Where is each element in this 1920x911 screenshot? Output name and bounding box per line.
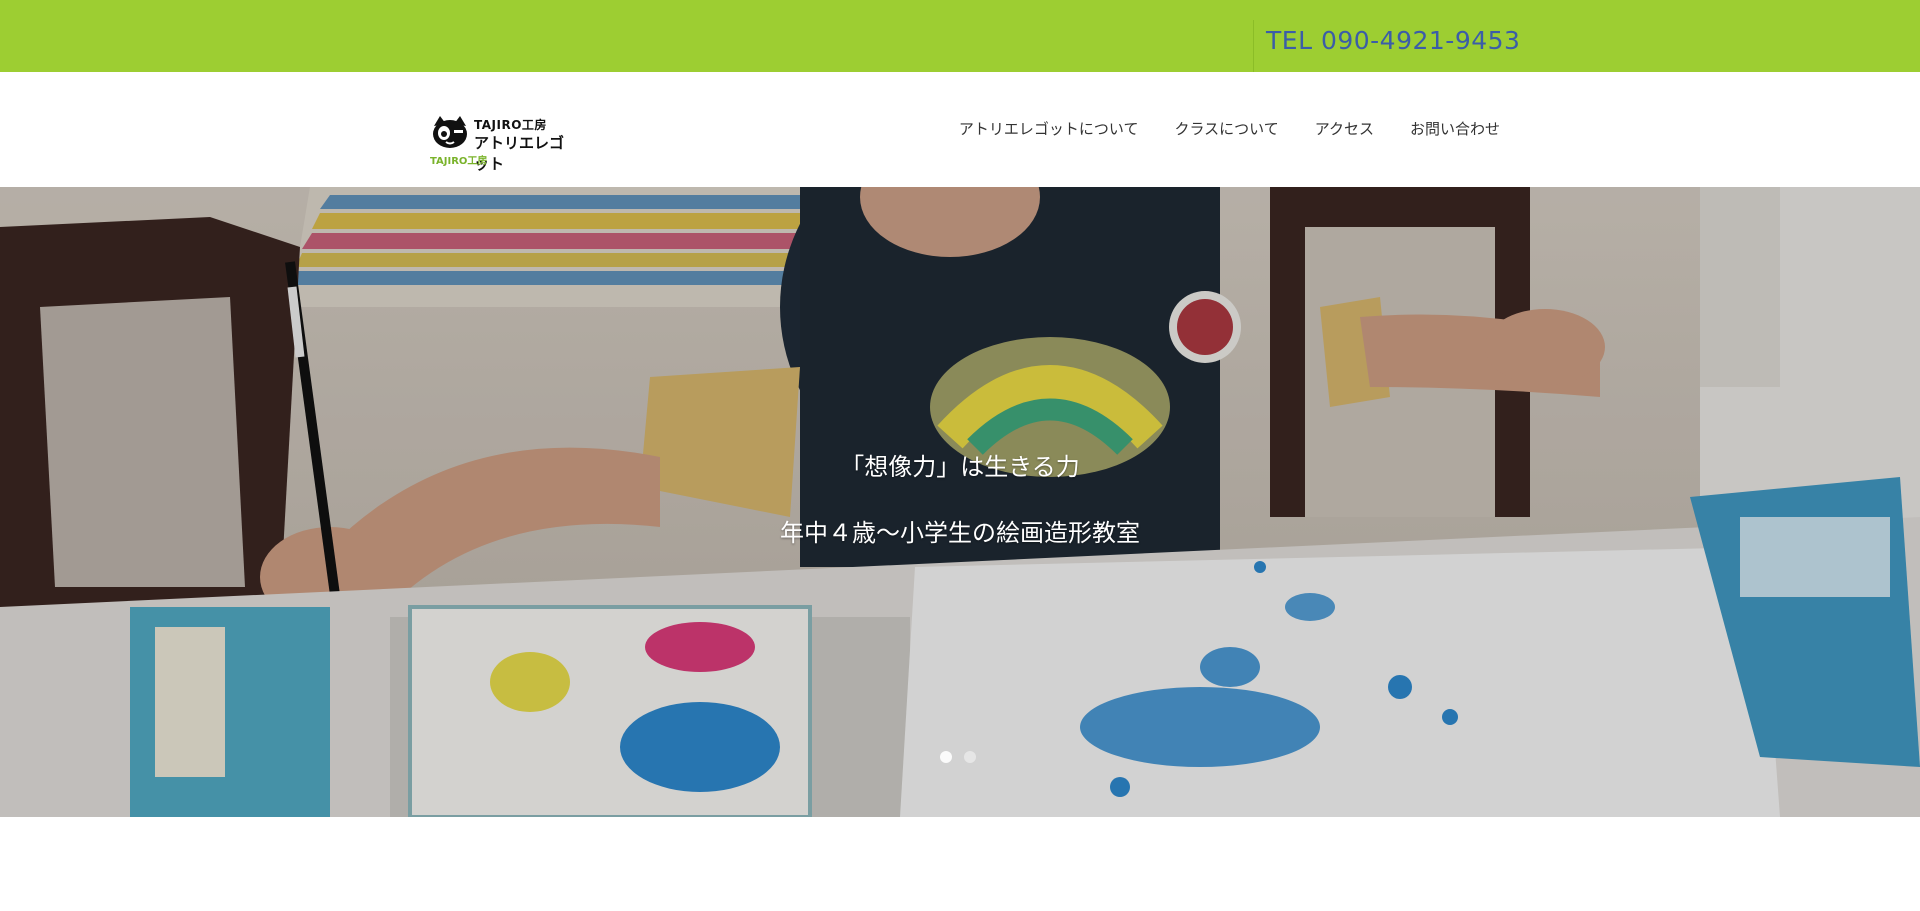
nav-item-about[interactable]: アトリエレゴットについて: [959, 118, 1139, 139]
cat-face-icon: [428, 112, 472, 152]
hero-slider: 「想像力」は生きる力 年中４歳〜小学生の絵画造形教室: [0, 187, 1920, 817]
nav-item-classes[interactable]: クラスについて: [1174, 118, 1278, 139]
nav-item-contact[interactable]: お問い合わせ: [1410, 118, 1500, 139]
top-bar-divider: [1253, 20, 1254, 72]
phone-number[interactable]: TEL 090-4921-9453: [1266, 26, 1520, 55]
top-bar: TEL 090-4921-9453: [0, 0, 1920, 72]
site-logo[interactable]: TAJIRO工房 アトリエレゴット TAJIRO工房: [428, 112, 578, 173]
slide-dot-2[interactable]: [964, 751, 976, 763]
logo-title: アトリエレゴット: [474, 134, 565, 173]
logo-subtitle: TAJIRO工房: [474, 118, 547, 132]
logo-tagline: TAJIRO工房: [430, 156, 488, 167]
slider-pagination: [940, 751, 976, 763]
hero-headline: 「想像力」は生きる力: [840, 453, 1080, 481]
slide-dot-1[interactable]: [940, 751, 952, 763]
main-nav: アトリエレゴットについて クラスについて アクセス お問い合わせ: [959, 118, 1500, 139]
hero-image: [0, 187, 1920, 817]
nav-item-access[interactable]: アクセス: [1315, 118, 1374, 139]
hero-subheadline: 年中４歳〜小学生の絵画造形教室: [780, 519, 1140, 547]
